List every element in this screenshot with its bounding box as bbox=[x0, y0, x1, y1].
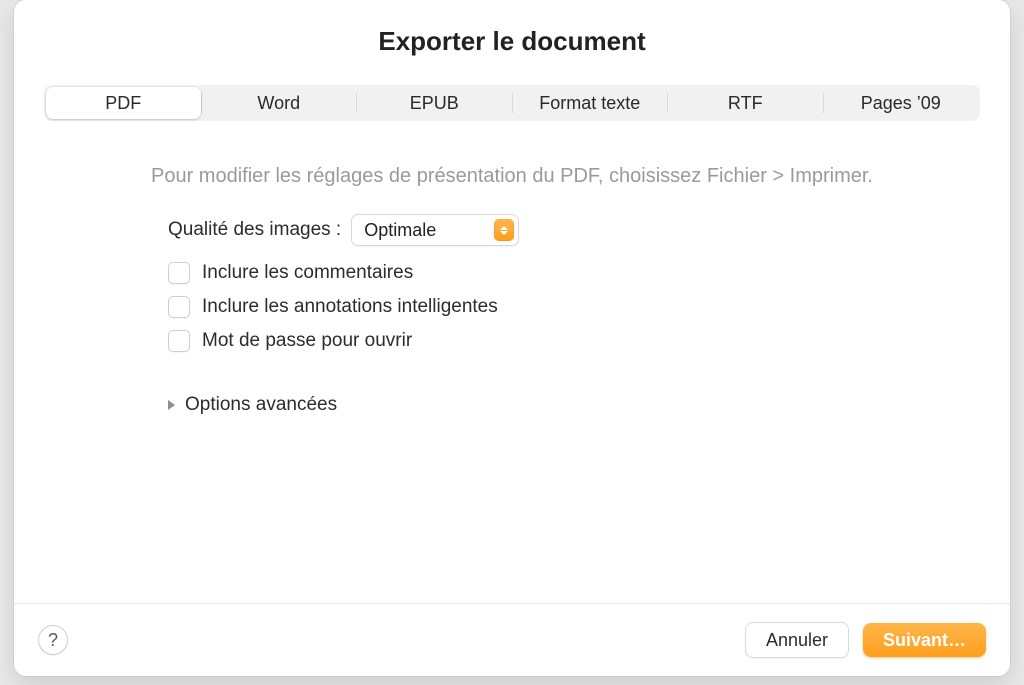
image-quality-popup[interactable]: Optimale bbox=[351, 214, 519, 246]
include-comments-checkbox[interactable] bbox=[168, 262, 190, 284]
include-smart-annotations-checkbox[interactable] bbox=[168, 296, 190, 318]
image-quality-value: Optimale bbox=[364, 220, 436, 241]
image-quality-row: Qualité des images : Optimale bbox=[168, 214, 980, 246]
password-row: Mot de passe pour ouvrir bbox=[168, 330, 980, 352]
next-button-label: Suivant… bbox=[883, 630, 966, 651]
advanced-options-disclosure[interactable]: Options avancées bbox=[168, 394, 980, 416]
dialog-body: Pour modifier les réglages de présentati… bbox=[14, 121, 1010, 603]
tab-label: RTF bbox=[728, 93, 763, 114]
cancel-button[interactable]: Annuler bbox=[745, 622, 849, 658]
tab-label: Format texte bbox=[539, 93, 640, 114]
include-smart-annotations-row: Inclure les annotations intelligentes bbox=[168, 296, 980, 318]
image-quality-label: Qualité des images : bbox=[168, 219, 341, 241]
tab-rtf[interactable]: RTF bbox=[668, 87, 823, 119]
help-button[interactable]: ? bbox=[38, 625, 68, 655]
updown-arrows-icon bbox=[494, 219, 514, 241]
tab-label: Word bbox=[257, 93, 300, 114]
pdf-layout-hint: Pour modifier les réglages de présentati… bbox=[44, 165, 980, 188]
tab-label: PDF bbox=[105, 93, 141, 114]
chevron-right-icon bbox=[168, 400, 175, 410]
next-button[interactable]: Suivant… bbox=[863, 623, 986, 657]
tab-label: Pages ’09 bbox=[861, 93, 941, 114]
help-icon: ? bbox=[48, 630, 58, 651]
format-tabs: PDF Word EPUB Format texte RTF Pages ’09 bbox=[44, 85, 980, 121]
cancel-button-label: Annuler bbox=[766, 630, 828, 651]
dialog-footer: ? Annuler Suivant… bbox=[14, 603, 1010, 676]
include-comments-row: Inclure les commentaires bbox=[168, 262, 980, 284]
tab-text[interactable]: Format texte bbox=[513, 87, 668, 119]
tab-label: EPUB bbox=[410, 93, 459, 114]
password-label: Mot de passe pour ouvrir bbox=[202, 330, 412, 352]
tab-epub[interactable]: EPUB bbox=[357, 87, 512, 119]
export-dialog: Exporter le document PDF Word EPUB Forma… bbox=[14, 0, 1010, 676]
include-smart-annotations-label: Inclure les annotations intelligentes bbox=[202, 296, 498, 318]
tab-pages09[interactable]: Pages ’09 bbox=[824, 87, 979, 119]
password-checkbox[interactable] bbox=[168, 330, 190, 352]
tab-pdf[interactable]: PDF bbox=[46, 87, 201, 119]
tab-word[interactable]: Word bbox=[202, 87, 357, 119]
pdf-options-form: Qualité des images : Optimale Inclure le… bbox=[168, 214, 980, 416]
advanced-options-label: Options avancées bbox=[185, 394, 337, 416]
include-comments-label: Inclure les commentaires bbox=[202, 262, 413, 284]
dialog-title: Exporter le document bbox=[14, 26, 1010, 57]
